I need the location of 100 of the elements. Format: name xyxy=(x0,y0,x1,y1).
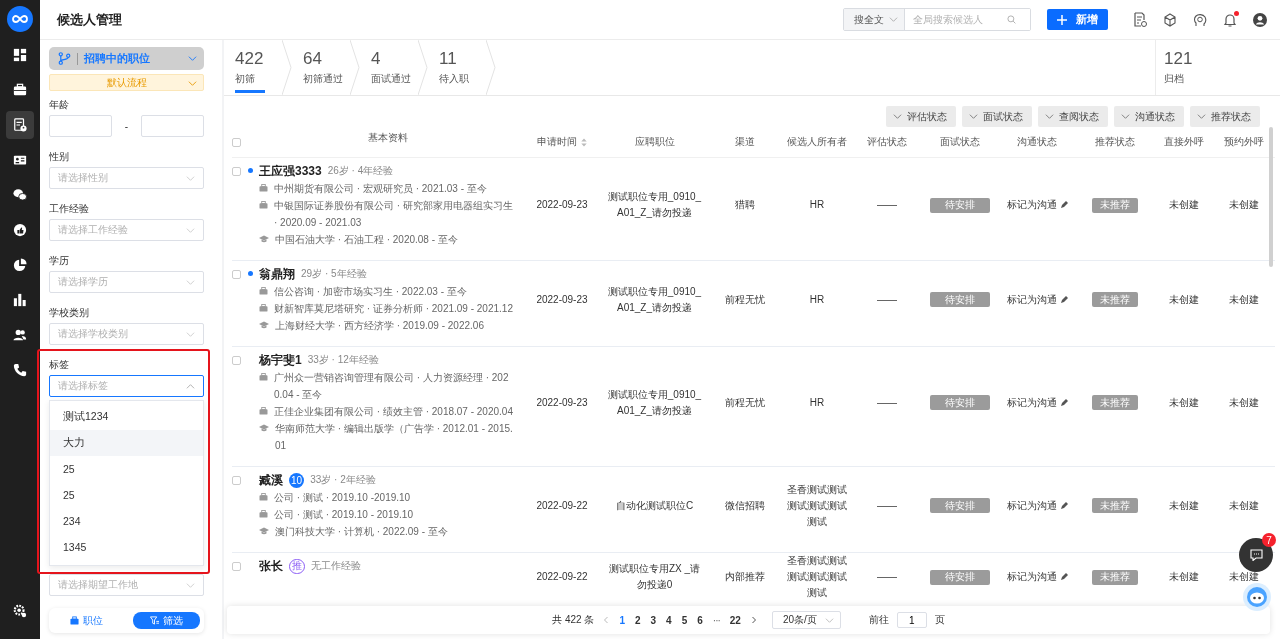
dropdown-option[interactable]: 大力 xyxy=(50,430,203,456)
user-avatar-icon[interactable] xyxy=(1252,11,1268,28)
bell-icon[interactable] xyxy=(1222,11,1238,28)
stage-tab[interactable]: 11 待入职 xyxy=(428,40,496,95)
dropdown-option[interactable]: 25 xyxy=(50,482,203,508)
history-line: 中州期货有限公司 · 宏观研究员 · 2021.03 - 至今 xyxy=(274,182,488,196)
cube-icon[interactable] xyxy=(1162,11,1178,28)
candidate-name[interactable]: 王应强3333 xyxy=(259,162,322,180)
candidate-name[interactable]: 张长 xyxy=(259,557,283,575)
history-line: 信公咨询 · 加密市场实习生 · 2022.03 - 至今 xyxy=(274,285,468,299)
mark-communicated-button[interactable]: 标记为沟通 xyxy=(1006,197,1068,213)
row-checkbox[interactable] xyxy=(232,476,241,485)
briefcase-icon xyxy=(259,184,268,192)
page-button[interactable]: 3 xyxy=(649,614,658,626)
column-header: 直接外呼 xyxy=(1163,135,1204,149)
chevron-down-icon xyxy=(824,615,834,625)
column-header: 应聘职位 xyxy=(634,135,675,149)
mark-communicated-button[interactable]: 标记为沟通 xyxy=(1006,569,1068,585)
dropdown-option[interactable]: 234 xyxy=(50,508,203,534)
column-header: 预约外呼 xyxy=(1223,135,1264,149)
evaluation-status: —— xyxy=(877,198,897,212)
owner-name: 圣香测试测试测试测试测试测试 xyxy=(786,482,848,529)
document-refresh-icon[interactable] xyxy=(1132,11,1148,28)
position-name: 自动化测试职位C xyxy=(615,498,694,513)
candidate-name[interactable]: 臧溪 xyxy=(259,471,283,489)
stage-tab[interactable]: 64 初筛通过 xyxy=(292,40,360,95)
page-size-select[interactable]: 20条/页 xyxy=(771,611,841,629)
briefcase-icon xyxy=(13,83,27,97)
stage-tab[interactable]: 4 面试通过 xyxy=(360,40,428,95)
status-filter-button[interactable]: 沟通状态 xyxy=(1114,106,1184,127)
scrollbar-thumb[interactable] xyxy=(1269,127,1273,267)
owner-name: HR xyxy=(809,198,825,212)
page-button[interactable]: 4 xyxy=(665,614,673,626)
field-label: 标签 xyxy=(49,359,70,371)
document-person-icon xyxy=(13,118,27,132)
search-field[interactable]: 全局搜索候选人 xyxy=(913,14,1007,25)
mark-communicated-button[interactable]: 标记为沟通 xyxy=(1006,394,1068,411)
chat-button[interactable] xyxy=(1239,538,1273,572)
column-header: 沟通状态 xyxy=(1017,135,1057,149)
archive-tab[interactable]: 121 归档 xyxy=(1155,40,1280,95)
robot-assistant-icon[interactable] xyxy=(1242,582,1272,612)
chat-bubbles-icon xyxy=(13,188,27,202)
graduation-cap-icon xyxy=(259,424,269,432)
head-circuit-icon[interactable] xyxy=(1192,11,1208,28)
recommend-status-tag: 未推荐 xyxy=(1091,395,1138,410)
status-filter-button[interactable]: 评估状态 xyxy=(886,106,956,127)
candidate-meta: 无工作经验 xyxy=(311,559,361,573)
row-checkbox[interactable] xyxy=(232,356,241,365)
chevron-down-icon xyxy=(186,277,195,287)
page-input-field[interactable]: 1 xyxy=(896,612,927,628)
unread-count-badge: 7 xyxy=(1262,533,1276,547)
page-button[interactable]: 22 xyxy=(728,614,742,626)
page-button[interactable]: 1 xyxy=(618,614,626,626)
recommend-status-tag: 未推荐 xyxy=(1091,569,1138,585)
min-input-field[interactable] xyxy=(49,115,112,137)
panel-tab[interactable]: 筛选 xyxy=(133,612,200,629)
chevron-down-icon xyxy=(1121,112,1130,121)
owner-name: HR xyxy=(809,292,825,307)
more-pages-button[interactable]: ··· xyxy=(711,614,721,626)
evaluation-status: —— xyxy=(877,498,897,513)
page-button[interactable]: 6 xyxy=(696,614,704,626)
max-input-field[interactable] xyxy=(141,115,204,137)
position-name: 测试职位专用_0910_A01_Z_请勿投递 xyxy=(606,284,703,315)
dropdown-option[interactable]: 25 xyxy=(50,456,203,482)
status-filter-button[interactable]: 面试状态 xyxy=(962,106,1032,127)
column-header[interactable]: 申请时间 xyxy=(537,135,577,149)
mark-communicated-button[interactable]: 标记为沟通 xyxy=(1006,291,1068,308)
channel-text: 内部推荐 xyxy=(724,570,765,584)
row-checkbox[interactable] xyxy=(232,167,241,176)
candidate-name[interactable]: 翁鼎翔 xyxy=(259,265,295,283)
briefcase-icon xyxy=(70,616,79,625)
graduation-cap-icon xyxy=(259,527,269,535)
column-header: 评估状态 xyxy=(867,135,907,149)
stage-tab[interactable]: 422 初筛 xyxy=(224,40,292,95)
add-button[interactable]: 新增 xyxy=(1047,9,1108,30)
row-checkbox[interactable] xyxy=(232,270,241,279)
channel-text: 前程无忧 xyxy=(724,395,765,410)
nav-button[interactable] xyxy=(6,111,34,139)
column-header: 基本资料 xyxy=(367,131,408,145)
status-filter-button[interactable]: 推荐状态 xyxy=(1190,106,1260,127)
interview-status-tag: 待安排 xyxy=(929,498,990,513)
graduation-cap-icon xyxy=(259,321,269,329)
candidate-meta: 29岁 · 5年经验 xyxy=(301,267,367,281)
candidate-name[interactable]: 杨宇斐1 xyxy=(259,351,302,369)
direct-call-status: 未创建 xyxy=(1168,570,1199,584)
search-scope-select[interactable]: 搜全文 xyxy=(844,9,905,30)
page-button[interactable]: 2 xyxy=(634,614,642,626)
status-filter-button[interactable]: 查阅状态 xyxy=(1038,106,1108,127)
chevron-down-icon xyxy=(188,79,197,88)
apply-date: 2022-09-22 xyxy=(536,498,588,513)
dropdown-option[interactable]: 1345 xyxy=(50,534,203,560)
mark-communicated-button[interactable]: 标记为沟通 xyxy=(1006,497,1068,514)
dropdown-option[interactable]: 测试1234 xyxy=(50,404,203,430)
select-all-checkbox[interactable] xyxy=(232,137,241,147)
panel-tab[interactable]: 职位 xyxy=(53,612,120,629)
briefcase-icon xyxy=(259,407,268,415)
briefcase-icon xyxy=(259,201,268,209)
page-button[interactable]: 5 xyxy=(680,614,689,626)
branch-icon xyxy=(58,52,71,65)
row-checkbox[interactable] xyxy=(232,562,241,571)
